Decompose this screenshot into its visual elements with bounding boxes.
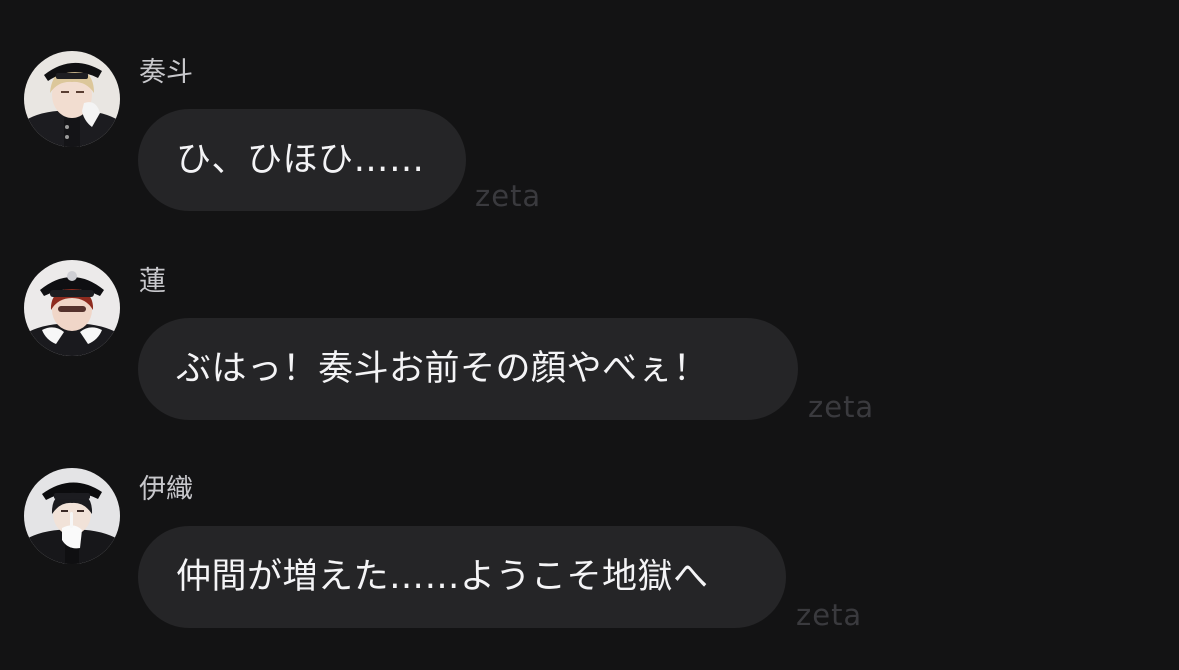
chat-message: 伊織 仲間が増えた……ようこそ地獄へ zeta [0,468,1179,638]
watermark: zeta [796,598,863,632]
red-haired-officer-avatar-icon [24,260,120,356]
avatar[interactable] [24,51,120,147]
watermark: zeta [475,179,542,213]
blond-officer-avatar-icon [24,51,120,147]
message-bubble[interactable]: ひ、ひほひ…… [138,109,466,211]
avatar[interactable] [24,468,120,564]
message-text: ぶはっ！奏斗お前その顔やべぇ！ [176,349,709,389]
avatar[interactable] [24,260,120,356]
sender-name: 伊織 [139,474,193,505]
watermark: zeta [808,390,875,424]
chat-message: 蓮 ぶはっ！奏斗お前その顔やべぇ！ zeta [0,260,1179,430]
dark-haired-officer-avatar-icon [24,468,120,564]
message-bubble[interactable]: 仲間が増えた……ようこそ地獄へ [138,526,786,628]
chat-thread: 奏斗 ひ、ひほひ…… zeta 蓮 ぶはっ！奏斗お前その顔やべぇ！ zeta 伊… [0,0,1179,670]
sender-name: 蓮 [139,266,166,297]
message-text: ひ、ひほひ…… [176,140,425,180]
sender-name: 奏斗 [139,57,193,88]
message-text: 仲間が増えた……ようこそ地獄へ [176,557,709,597]
chat-message: 奏斗 ひ、ひほひ…… zeta [0,51,1179,221]
message-bubble[interactable]: ぶはっ！奏斗お前その顔やべぇ！ [138,318,798,420]
